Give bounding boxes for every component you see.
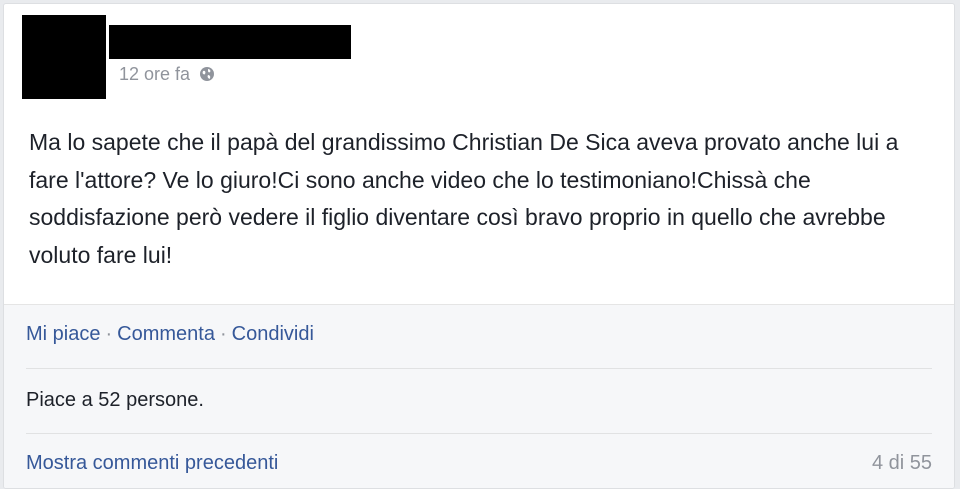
author-name-redacted[interactable] (109, 25, 351, 59)
action-area: Mi piace · Commenta · Condividi Piace a 52 p… (4, 304, 954, 488)
post-text: Ma lo sapete che il papà del grandissimo… (29, 129, 899, 268)
divider (26, 433, 932, 434)
post-timestamp[interactable]: 12 ore fa (119, 64, 190, 85)
separator: · (219, 323, 227, 345)
like-link[interactable]: Mi piace (26, 323, 100, 345)
post-actions: Mi piace · Commenta · Condividi (26, 323, 314, 346)
divider (26, 368, 932, 369)
comment-counter: 4 di 55 (871, 452, 932, 474)
avatar[interactable] (22, 15, 106, 99)
comment-link[interactable]: Commenta (117, 323, 215, 345)
show-previous-comments-link[interactable]: Mostra commenti precedenti (26, 452, 278, 475)
post-meta: 12 ore fa (119, 63, 215, 85)
separator: · (105, 323, 113, 345)
globe-icon[interactable] (199, 66, 215, 82)
post-card: 12 ore fa Ma lo sapete che il papà del g… (3, 3, 955, 489)
share-link[interactable]: Condividi (232, 323, 314, 345)
comments-row: Mostra commenti precedenti 4 di 55 (26, 452, 932, 475)
likes-summary[interactable]: Piace a 52 persone. (26, 389, 204, 412)
